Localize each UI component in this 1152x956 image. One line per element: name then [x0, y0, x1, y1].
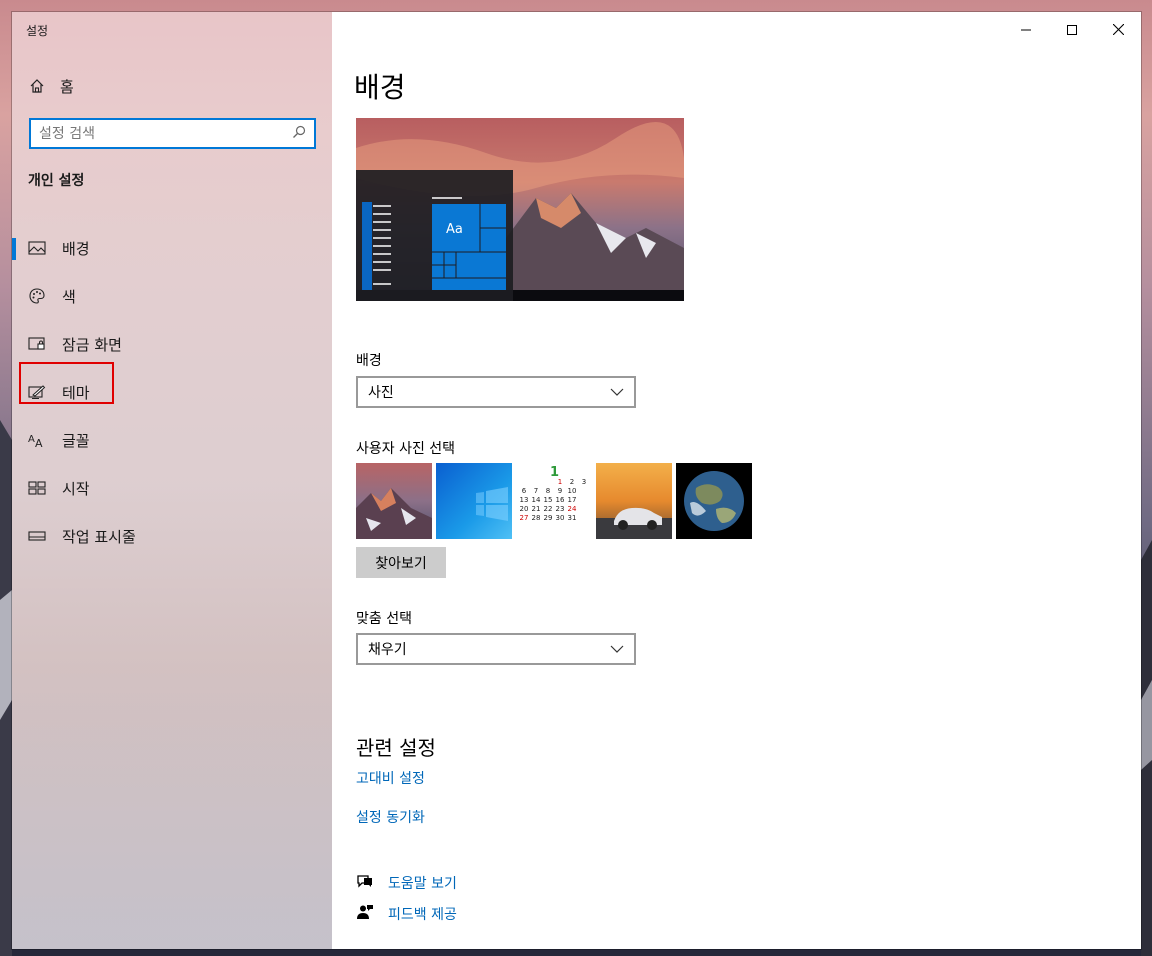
- sidebar-item-label: 테마: [62, 383, 90, 402]
- sidebar-item-label: 글꼴: [62, 431, 90, 450]
- photo-thumb-windows[interactable]: [436, 463, 512, 539]
- sidebar-item-fonts[interactable]: AA 글꼴: [12, 420, 332, 460]
- palette-icon: [28, 287, 46, 305]
- choose-photo-label: 사용자 사진 선택: [356, 441, 456, 457]
- close-button[interactable]: [1095, 12, 1141, 46]
- home-icon: [28, 77, 46, 95]
- photo-thumbnails: 1 1 2 3 6 7 8 9 10 13 14 15 16 17 20 21 …: [356, 463, 752, 539]
- settings-window: 설정 홈 개인 설정 배경 색: [12, 12, 1141, 949]
- font-icon: AA: [28, 431, 46, 449]
- taskbar-icon: [28, 527, 46, 545]
- chevron-down-icon: [610, 641, 624, 657]
- section-heading: 개인 설정: [28, 173, 85, 189]
- background-dropdown[interactable]: 사진: [356, 376, 636, 408]
- sidebar-item-taskbar[interactable]: 작업 표시줄: [12, 516, 332, 556]
- search-box[interactable]: [29, 118, 316, 149]
- related-settings-heading: 관련 설정: [356, 736, 436, 760]
- help-link[interactable]: 도움말 보기: [356, 873, 457, 893]
- maximize-icon: [1067, 20, 1077, 39]
- background-label: 배경: [356, 353, 382, 369]
- search-icon[interactable]: [292, 124, 306, 143]
- sidebar-item-lock-screen[interactable]: 잠금 화면: [12, 324, 332, 364]
- sidebar-item-label: 색: [62, 287, 76, 306]
- sidebar-item-color[interactable]: 색: [12, 276, 332, 316]
- help-label: 도움말 보기: [388, 876, 457, 892]
- home-label: 홈: [60, 77, 74, 96]
- feedback-label: 피드백 제공: [388, 907, 457, 923]
- sidebar: 설정 홈 개인 설정 배경 색: [12, 12, 332, 949]
- sync-settings-link[interactable]: 설정 동기화: [356, 807, 425, 827]
- window-controls: [1003, 12, 1141, 46]
- sidebar-item-label: 배경: [62, 239, 90, 258]
- background-dropdown-value: 사진: [368, 385, 394, 401]
- feedback-person-icon: [356, 904, 374, 924]
- photo-thumb-car[interactable]: [596, 463, 672, 539]
- home-link[interactable]: 홈: [28, 76, 74, 96]
- sidebar-item-label: 작업 표시줄: [62, 527, 136, 546]
- sidebar-item-theme[interactable]: 테마: [12, 372, 332, 412]
- picture-icon: [28, 239, 46, 257]
- svg-text:A: A: [28, 434, 35, 445]
- minimize-icon: [1021, 20, 1031, 39]
- calendar-grid: 1 2 3 6 7 8 9 10 13 14 15 16 17 20 21 22…: [519, 478, 587, 522]
- high-contrast-link[interactable]: 고대비 설정: [356, 768, 425, 788]
- close-icon: [1112, 20, 1124, 39]
- start-icon: [28, 479, 46, 497]
- photo-thumb-mountain[interactable]: [356, 463, 432, 539]
- sidebar-item-start[interactable]: 시작: [12, 468, 332, 508]
- browse-button[interactable]: 찾아보기: [356, 547, 446, 578]
- sidebar-item-label: 잠금 화면: [62, 335, 122, 354]
- sidebar-item-label: 시작: [62, 479, 90, 498]
- photo-thumb-earth[interactable]: [676, 463, 752, 539]
- search-input[interactable]: [39, 125, 292, 142]
- svg-text:A: A: [35, 437, 43, 448]
- background-preview: [356, 118, 684, 301]
- theme-icon: [28, 383, 46, 401]
- chevron-down-icon: [610, 384, 624, 400]
- lock-screen-icon: [28, 335, 46, 353]
- minimize-button[interactable]: [1003, 12, 1049, 46]
- preview-tile-text: Aa: [446, 222, 463, 237]
- sidebar-item-background[interactable]: 배경: [12, 228, 332, 268]
- fit-dropdown[interactable]: 채우기: [356, 633, 636, 665]
- app-title: 설정: [26, 24, 49, 38]
- page-title: 배경: [354, 71, 406, 104]
- feedback-link[interactable]: 피드백 제공: [356, 904, 457, 924]
- fit-label: 맞춤 선택: [356, 611, 412, 627]
- fit-dropdown-value: 채우기: [368, 642, 407, 658]
- maximize-button[interactable]: [1049, 12, 1095, 46]
- help-chat-icon: [356, 873, 374, 893]
- photo-thumb-calendar[interactable]: 1 1 2 3 6 7 8 9 10 13 14 15 16 17 20 21 …: [516, 463, 592, 539]
- main-content: 배경 Aa 배경 사진 사용자 사진 선택 1 1 2 3 6 7 8 9 10…: [332, 12, 1141, 949]
